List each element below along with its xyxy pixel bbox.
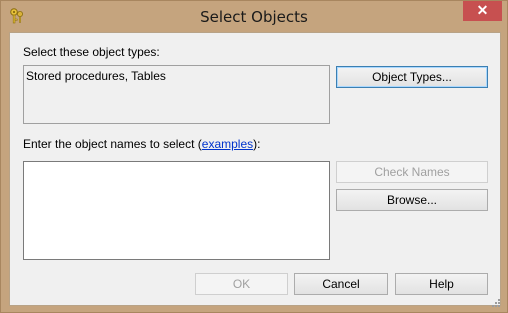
cancel-button[interactable]: Cancel	[294, 273, 388, 295]
resize-grip-icon[interactable]	[490, 296, 500, 307]
close-icon: ✕	[476, 2, 489, 18]
browse-button[interactable]: Browse...	[336, 189, 488, 211]
object-types-value: Stored procedures, Tables	[26, 69, 166, 83]
object-types-field: Stored procedures, Tables	[23, 65, 330, 124]
ok-button[interactable]: OK	[195, 273, 288, 295]
object-names-input[interactable]	[23, 161, 330, 260]
close-button[interactable]: ✕	[463, 1, 502, 21]
object-types-label: Select these object types:	[23, 45, 160, 59]
object-names-label: Enter the object names to select (exampl…	[23, 137, 260, 151]
examples-link[interactable]: examples	[202, 137, 253, 151]
help-button[interactable]: Help	[395, 273, 488, 295]
object-types-button[interactable]: Object Types...	[336, 66, 488, 88]
check-names-button[interactable]: Check Names	[336, 161, 488, 183]
dialog-body: Select these object types: Stored proced…	[9, 32, 501, 307]
select-objects-dialog: Select Objects ✕ Select these object typ…	[0, 0, 508, 313]
window-title: Select Objects	[200, 8, 308, 26]
object-names-label-prefix: Enter the object names to select (	[23, 137, 202, 151]
object-names-label-suffix: ):	[253, 137, 261, 151]
title-bar[interactable]: Select Objects ✕	[1, 1, 507, 32]
